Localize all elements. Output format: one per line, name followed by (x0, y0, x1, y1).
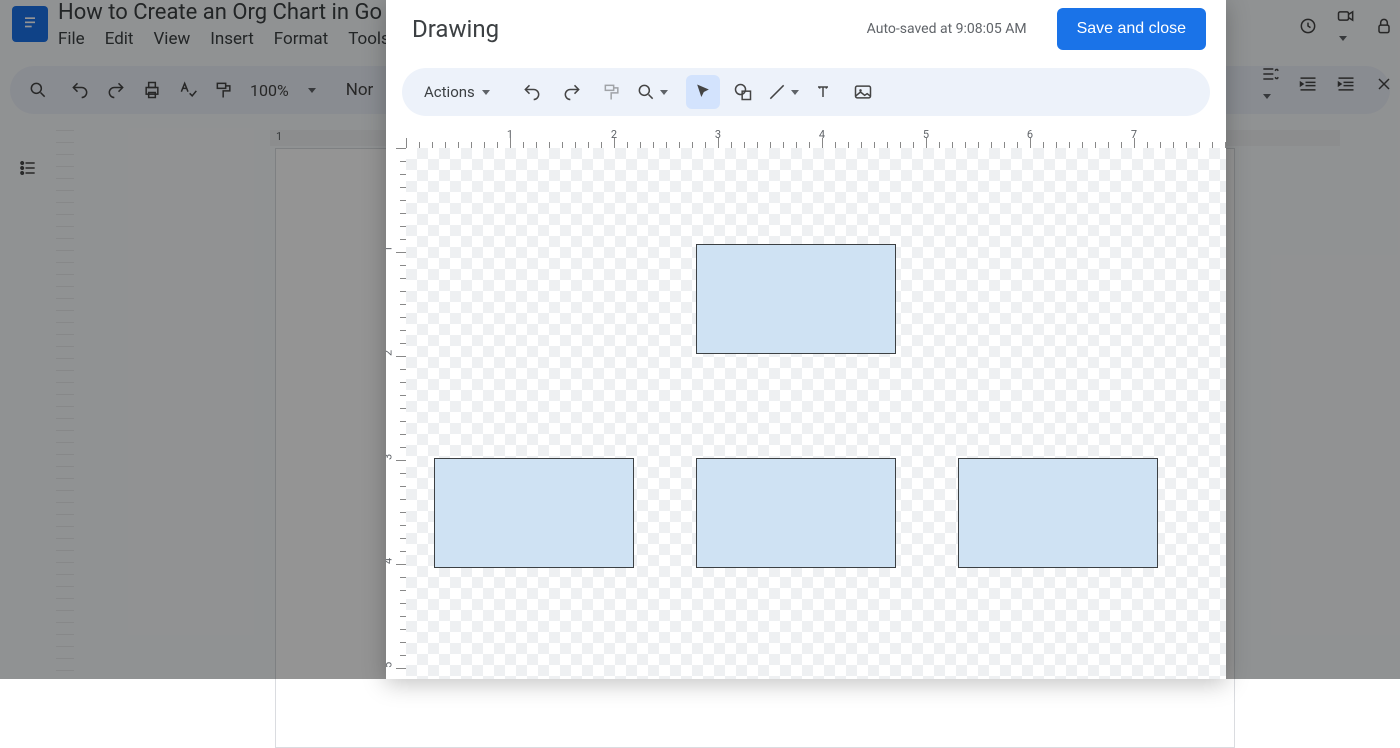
paint-format-button[interactable] (595, 75, 629, 109)
text-box-button[interactable] (806, 75, 840, 109)
shape-rectangle[interactable] (434, 458, 634, 568)
vruler-label: 5 (386, 662, 395, 668)
drawing-canvas[interactable] (406, 148, 1226, 679)
actions-label: Actions (424, 83, 475, 101)
docs-menubar: File Edit View Insert Format Tools (58, 29, 390, 49)
docs-vertical-ruler (56, 130, 74, 679)
autosave-status: Auto-saved at 9:08:05 AM (867, 21, 1027, 37)
undo-icon[interactable] (70, 80, 90, 100)
drawing-vertical-ruler[interactable]: 1 2 3 4 5 (386, 148, 406, 679)
menu-format[interactable]: Format (274, 29, 328, 49)
video-call-icon[interactable] (1336, 6, 1356, 45)
actions-menu-button[interactable]: Actions (416, 79, 498, 105)
drawing-toolbar: Actions (402, 68, 1210, 116)
chevron-down-icon (660, 90, 668, 95)
menu-view[interactable]: View (153, 29, 190, 49)
docs-logo-icon[interactable] (12, 6, 48, 42)
chevron-down-icon (482, 90, 490, 95)
document-title[interactable]: How to Create an Org Chart in Go (58, 0, 390, 25)
vruler-label: 4 (386, 558, 395, 564)
drawing-dialog-header: Drawing Auto-saved at 9:08:05 AM Save an… (386, 0, 1226, 60)
vruler-label: 2 (386, 350, 395, 356)
shape-rectangle[interactable] (696, 244, 896, 354)
paint-format-icon[interactable] (214, 80, 234, 100)
docs-outline-panel (0, 130, 56, 679)
vruler-label: 3 (386, 454, 395, 460)
image-button[interactable] (846, 75, 880, 109)
zoom-level[interactable]: 100% (250, 81, 289, 100)
select-tool-button[interactable] (686, 75, 720, 109)
history-icon[interactable] (1298, 16, 1318, 36)
line-tool-button[interactable] (766, 75, 800, 109)
clear-formatting-icon[interactable] (1374, 74, 1394, 94)
shape-rectangle[interactable] (958, 458, 1158, 568)
indent-increase-icon[interactable] (1336, 74, 1356, 94)
print-icon[interactable] (142, 80, 162, 100)
save-and-close-button[interactable]: Save and close (1057, 8, 1206, 50)
lock-icon[interactable] (1374, 16, 1394, 36)
redo-button[interactable] (555, 75, 589, 109)
menu-file[interactable]: File (58, 29, 85, 49)
hruler-label: 3 (715, 130, 721, 141)
docs-right-toolbar (1260, 64, 1394, 103)
hruler-label: 7 (1131, 130, 1137, 141)
zoom-dropdown-icon[interactable] (308, 88, 316, 93)
redo-icon[interactable] (106, 80, 126, 100)
ruler-tick-label: 1 (276, 130, 282, 143)
drawing-dialog-title: Drawing (412, 15, 499, 43)
vruler-label: 1 (386, 246, 395, 252)
menu-edit[interactable]: Edit (105, 29, 134, 49)
drawing-dialog: Drawing Auto-saved at 9:08:05 AM Save an… (386, 0, 1226, 679)
hruler-label: 5 (923, 130, 929, 141)
indent-decrease-icon[interactable] (1298, 74, 1318, 94)
drawing-canvas-area: 1 2 3 4 5 6 7 1 2 3 4 5 (386, 130, 1226, 679)
docs-right-cluster (1298, 6, 1394, 45)
hruler-label: 4 (819, 130, 825, 141)
shape-tool-button[interactable] (726, 75, 760, 109)
hruler-label: 2 (611, 130, 617, 141)
paragraph-style-dropdown[interactable]: Nor (346, 80, 374, 100)
drawing-horizontal-ruler[interactable]: 1 2 3 4 5 6 7 (406, 130, 1226, 148)
menu-insert[interactable]: Insert (210, 29, 254, 49)
menu-tools[interactable]: Tools (348, 29, 390, 49)
hruler-label: 1 (507, 130, 513, 141)
outline-icon[interactable] (18, 158, 38, 178)
zoom-button[interactable] (635, 75, 669, 109)
chevron-down-icon (791, 90, 799, 95)
undo-button[interactable] (515, 75, 549, 109)
search-icon[interactable] (28, 80, 48, 100)
hruler-label: 6 (1027, 130, 1033, 141)
line-spacing-icon[interactable] (1260, 64, 1280, 103)
shape-rectangle[interactable] (696, 458, 896, 568)
spellcheck-icon[interactable] (178, 80, 198, 100)
